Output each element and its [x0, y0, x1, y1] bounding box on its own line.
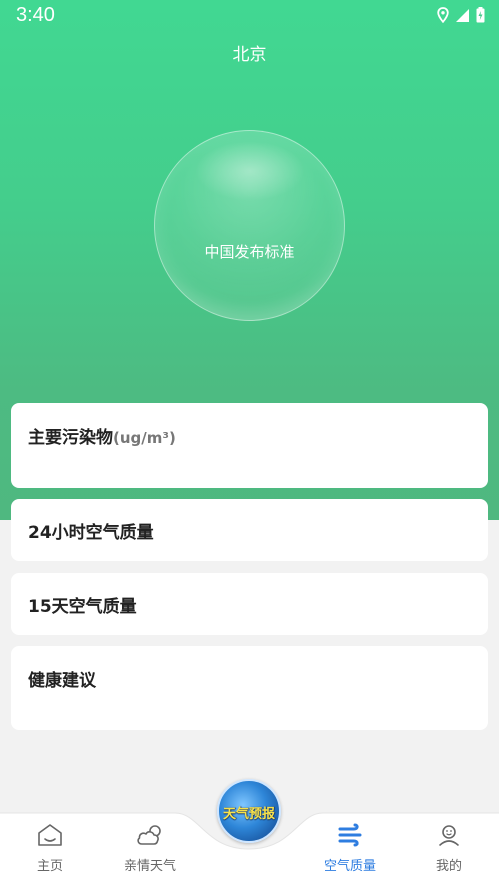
daily-aqi-card[interactable]: 15天空气质量	[11, 573, 488, 635]
bubble-highlight	[195, 141, 305, 201]
air-quality-icon	[338, 823, 362, 847]
status-time: 3:40	[16, 4, 55, 26]
health-advice-card: 健康建议	[11, 646, 488, 730]
hourly-aqi-title: 24小时空气质量	[28, 523, 154, 543]
tab-air-quality-label: 空气质量	[323, 859, 376, 874]
aqi-standard-label: 中国发布标准	[204, 243, 295, 261]
hourly-aqi-card[interactable]: 24小时空气质量	[11, 499, 488, 561]
cloud-sun-icon	[137, 825, 161, 845]
status-bar: 3:40	[0, 0, 499, 30]
tab-home-label: 主页	[36, 859, 63, 874]
user-icon	[439, 825, 459, 846]
pollutants-unit: (ug/m³)	[113, 429, 176, 447]
pollutants-title-text: 主要污染物	[28, 428, 113, 448]
daily-aqi-title: 15天空气质量	[28, 597, 137, 617]
tab-mine[interactable]: 我的	[409, 823, 489, 874]
city-title[interactable]: 北京	[0, 40, 499, 65]
tab-family-weather-label: 亲情天气	[123, 859, 176, 874]
home-icon	[38, 824, 62, 846]
tab-family-weather[interactable]: 亲情天气	[110, 823, 190, 874]
tab-home[interactable]: 主页	[10, 823, 90, 874]
pollutants-card: 主要污染物(ug/m³)	[11, 403, 488, 488]
weather-forecast-button[interactable]: 天气预报	[217, 779, 281, 843]
weather-forecast-label: 天气预报	[222, 807, 275, 822]
aqi-bubble: 中国发布标准	[154, 130, 345, 321]
status-icons	[437, 7, 485, 23]
health-advice-title: 健康建议	[28, 671, 96, 691]
signal-icon	[456, 8, 469, 22]
location-icon	[437, 7, 449, 23]
battery-icon	[476, 7, 485, 23]
tab-mine-label: 我的	[435, 859, 462, 874]
pollutants-title: 主要污染物(ug/m³)	[28, 423, 176, 448]
tab-air-quality[interactable]: 空气质量	[310, 823, 390, 874]
